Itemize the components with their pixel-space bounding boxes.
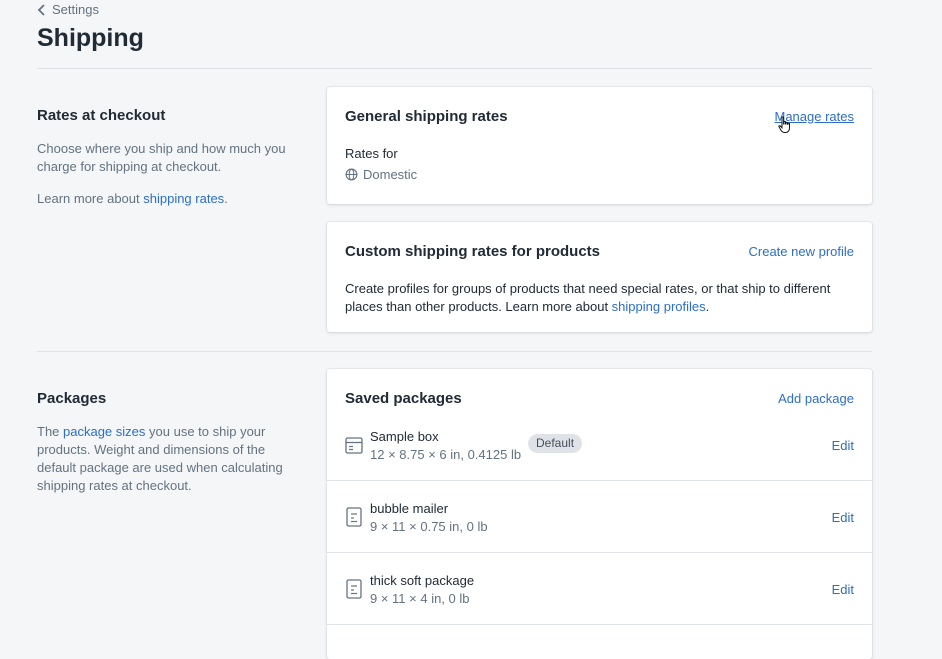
package-dimensions: 9 × 11 × 4 in, 0 lb [370,591,470,606]
page-title: Shipping [37,24,144,52]
shipping-profiles-link[interactable]: shipping profiles [612,299,706,314]
box-icon [345,437,363,454]
edit-package-button[interactable]: Edit [832,438,854,453]
rates-for-label: Rates for [345,146,398,161]
envelope-icon [346,578,362,599]
rates-learn-more: Learn more about shipping rates. [37,191,228,206]
breadcrumb-label: Settings [52,2,99,17]
package-row: Sample box Default 12 × 8.75 × 6 in, 0.4… [327,409,872,481]
rates-for-value: Domestic [345,167,417,182]
package-dimensions: 12 × 8.75 × 6 in, 0.4125 lb [370,447,522,462]
hand-cursor-icon [778,116,790,133]
saved-packages-card: Saved packages Add package Sample box De… [327,369,872,659]
edit-package-button[interactable]: Edit [832,582,854,597]
rates-section-description: Choose where you ship and how much you c… [37,141,286,174]
header-divider [37,68,872,69]
package-row: bubble mailer 9 × 11 × 0.75 in, 0 lb Edi… [327,480,872,552]
custom-rates-card: Custom shipping rates for products Creat… [327,222,872,332]
packages-section-description: The package sizes you use to ship your p… [37,424,283,493]
create-new-profile-link[interactable]: Create new profile [749,244,855,259]
package-name: bubble mailer [370,501,449,516]
custom-rates-description: Create profiles for groups of products t… [345,281,831,314]
package-sizes-link[interactable]: package sizes [63,424,145,439]
packages-section-title: Packages [37,390,107,407]
default-badge: Default [528,434,583,453]
general-rates-title: General shipping rates [345,108,508,125]
rates-section-title: Rates at checkout [37,107,166,124]
shipping-rates-link[interactable]: shipping rates [143,191,224,206]
envelope-icon [346,506,362,527]
package-name: Sample box [370,429,439,444]
general-rates-card: General shipping rates Manage rates Rate… [327,87,872,204]
breadcrumb-settings[interactable]: Settings [37,2,99,17]
package-row [327,624,872,659]
chevron-left-icon [37,3,45,16]
edit-package-button[interactable]: Edit [832,510,854,525]
package-name: thick soft package [370,573,475,588]
package-dimensions: 9 × 11 × 0.75 in, 0 lb [370,519,488,534]
domestic-label: Domestic [363,167,418,182]
custom-rates-title: Custom shipping rates for products [345,243,601,260]
section-divider [37,351,872,352]
package-row: thick soft package 9 × 11 × 4 in, 0 lb E… [327,552,872,624]
add-package-link[interactable]: Add package [778,391,854,406]
globe-icon [345,168,358,181]
saved-packages-title: Saved packages [345,390,462,407]
